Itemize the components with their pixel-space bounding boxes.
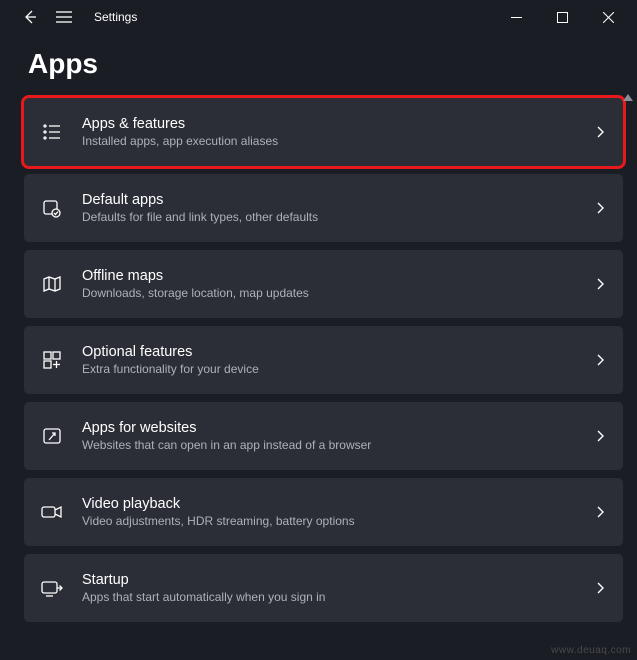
offline-maps-icon: [40, 272, 64, 296]
settings-item-title: Apps for websites: [82, 420, 575, 436]
chevron-right-icon: [593, 581, 607, 595]
settings-item-text: Default apps Defaults for file and link …: [82, 192, 575, 224]
default-apps-icon: [40, 196, 64, 220]
page-title: Apps: [0, 34, 637, 98]
settings-item-subtitle: Video adjustments, HDR streaming, batter…: [82, 514, 575, 528]
chevron-right-icon: [593, 505, 607, 519]
settings-item-subtitle: Installed apps, app execution aliases: [82, 134, 575, 148]
maximize-icon: [557, 12, 568, 23]
settings-item-video-playback[interactable]: Video playback Video adjustments, HDR st…: [24, 478, 623, 546]
settings-item-subtitle: Extra functionality for your device: [82, 362, 575, 376]
settings-item-title: Default apps: [82, 192, 575, 208]
settings-item-subtitle: Downloads, storage location, map updates: [82, 286, 575, 300]
close-button[interactable]: [585, 2, 631, 32]
hamburger-icon: [56, 11, 72, 23]
chevron-right-icon: [593, 201, 607, 215]
arrow-left-icon: [22, 9, 38, 25]
settings-item-text: Video playback Video adjustments, HDR st…: [82, 496, 575, 528]
settings-item-text: Apps & features Installed apps, app exec…: [82, 116, 575, 148]
settings-item-text: Offline maps Downloads, storage location…: [82, 268, 575, 300]
chevron-right-icon: [593, 277, 607, 291]
settings-list: Apps & features Installed apps, app exec…: [0, 98, 637, 624]
chevron-right-icon: [593, 429, 607, 443]
apps-websites-icon: [40, 424, 64, 448]
watermark: www.deuaq.com: [551, 645, 631, 656]
settings-item-title: Video playback: [82, 496, 575, 512]
optional-features-icon: [40, 348, 64, 372]
settings-item-title: Apps & features: [82, 116, 575, 132]
close-icon: [603, 12, 614, 23]
settings-item-text: Startup Apps that start automatically wh…: [82, 572, 575, 604]
settings-item-title: Offline maps: [82, 268, 575, 284]
settings-item-optional-features[interactable]: Optional features Extra functionality fo…: [24, 326, 623, 394]
chevron-right-icon: [593, 125, 607, 139]
maximize-button[interactable]: [539, 2, 585, 32]
settings-item-text: Apps for websites Websites that can open…: [82, 420, 575, 452]
settings-item-subtitle: Websites that can open in an app instead…: [82, 438, 575, 452]
apps-features-icon: [40, 120, 64, 144]
startup-icon: [40, 576, 64, 600]
settings-item-apps-features[interactable]: Apps & features Installed apps, app exec…: [24, 98, 623, 166]
menu-button[interactable]: [52, 5, 76, 29]
titlebar-left: Settings: [0, 5, 137, 29]
video-playback-icon: [40, 500, 64, 524]
minimize-icon: [511, 12, 522, 23]
settings-item-offline-maps[interactable]: Offline maps Downloads, storage location…: [24, 250, 623, 318]
minimize-button[interactable]: [493, 2, 539, 32]
chevron-right-icon: [593, 353, 607, 367]
settings-item-title: Optional features: [82, 344, 575, 360]
chevron-up-icon: [623, 94, 633, 101]
settings-item-title: Startup: [82, 572, 575, 588]
settings-item-subtitle: Defaults for file and link types, other …: [82, 210, 575, 224]
settings-item-subtitle: Apps that start automatically when you s…: [82, 590, 575, 604]
settings-item-default-apps[interactable]: Default apps Defaults for file and link …: [24, 174, 623, 242]
scrollbar-up-arrow[interactable]: [623, 94, 633, 101]
settings-item-startup[interactable]: Startup Apps that start automatically wh…: [24, 554, 623, 622]
titlebar: Settings: [0, 0, 637, 34]
settings-item-apps-websites[interactable]: Apps for websites Websites that can open…: [24, 402, 623, 470]
settings-item-text: Optional features Extra functionality fo…: [82, 344, 575, 376]
back-button[interactable]: [18, 5, 42, 29]
window-title: Settings: [94, 10, 137, 24]
